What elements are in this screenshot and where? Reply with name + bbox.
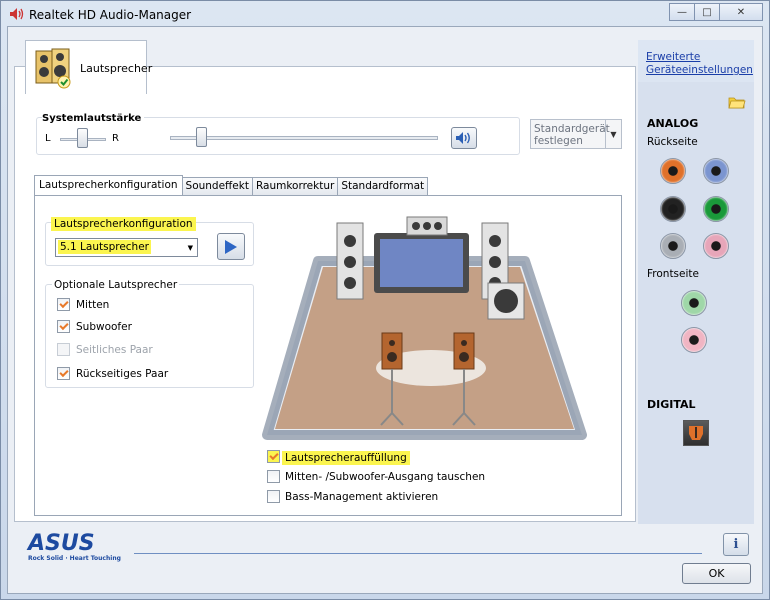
info-button[interactable]: i — [723, 533, 749, 556]
balance-left-label: L — [45, 133, 51, 144]
asus-tagline: Rock Solid · Heart Touching — [28, 555, 121, 562]
speaker-option-checkbox[interactable] — [267, 450, 280, 463]
tv-icon — [374, 216, 469, 293]
back-label: Rückseite — [647, 136, 698, 148]
speaker-icon — [10, 8, 24, 20]
optional-speaker-checkbox — [57, 343, 70, 356]
spdif-icon[interactable] — [683, 420, 709, 446]
audio-jack-icon[interactable] — [681, 327, 707, 353]
optional-speakers-title: Optionale Lautsprecher — [52, 279, 180, 291]
tab-lautsprecher[interactable]: Lautsprecher — [25, 40, 152, 94]
maximize-button[interactable]: □ — [694, 3, 720, 21]
volume-slider-track[interactable] — [170, 136, 438, 140]
speaker-option-label[interactable]: Mitten- /Subwoofer-Ausgang tauschen — [285, 471, 485, 483]
footer-divider — [134, 553, 702, 554]
optional-speaker-label[interactable]: Mitten — [76, 299, 109, 311]
speaker-option-label[interactable]: Lautsprecherauffüllung — [282, 451, 410, 465]
asus-logo: ASUS Rock Solid · Heart Touching — [26, 531, 121, 562]
window-title: Realtek HD Audio-Manager — [29, 8, 192, 22]
chevron-down-icon[interactable]: ▼ — [605, 120, 621, 148]
audio-jack-icon[interactable] — [660, 158, 686, 184]
close-button[interactable]: ✕ — [719, 3, 763, 21]
speaker-option-label[interactable]: Bass-Management aktivieren — [285, 491, 438, 503]
tab-raumkorrektur[interactable]: Raumkorrektur — [251, 177, 339, 195]
balance-right-label: R — [112, 133, 119, 144]
optional-speaker-checkbox[interactable] — [57, 298, 70, 311]
digital-title: DIGITAL — [647, 398, 696, 411]
speaker-option-checkbox[interactable] — [267, 490, 280, 503]
audio-jack-icon[interactable] — [703, 196, 729, 222]
title-bar: Realtek HD Audio-Manager — □ ✕ — [1, 1, 769, 27]
spdif-glyph-icon — [689, 426, 703, 440]
optional-speaker-checkbox[interactable] — [57, 320, 70, 333]
optional-speaker-label[interactable]: Subwoofer — [76, 321, 132, 333]
optional-speaker-checkbox[interactable] — [57, 367, 70, 380]
speaker-room-illustration[interactable] — [261, 203, 591, 446]
front-left-speaker-icon — [336, 222, 364, 300]
play-icon — [225, 239, 237, 254]
speaker-config-title: Lautsprecherkonfiguration — [51, 217, 196, 231]
speakers-icon — [35, 48, 71, 89]
audio-jack-icon[interactable] — [660, 196, 686, 222]
tab-lautsprecherkonfiguration[interactable]: Lautsprecherkonfiguration — [34, 175, 183, 195]
advanced-link-line1[interactable]: Erweiterte — [646, 51, 753, 64]
folder-icon[interactable] — [728, 95, 746, 109]
optional-speaker-label: Seitliches Paar — [76, 344, 153, 356]
subwoofer-icon — [487, 282, 525, 320]
speaker-option-checkbox[interactable] — [267, 470, 280, 483]
analog-title: ANALOG — [647, 117, 699, 130]
speaker-config-select[interactable]: 5.1 Lautsprecher ▼ — [55, 238, 198, 257]
set-default-device-dropdown[interactable]: Standardgerät festlegen ▼ — [530, 119, 622, 149]
test-play-button[interactable] — [217, 233, 245, 260]
tab-soundeffekt[interactable]: Soundeffekt — [181, 177, 253, 195]
balance-slider-thumb[interactable] — [77, 128, 88, 148]
tab-standardformat[interactable]: Standardformat — [337, 177, 429, 195]
default-device-label[interactable]: Standardgerät festlegen — [534, 123, 610, 147]
optional-speaker-label[interactable]: Rückseitiges Paar — [76, 368, 168, 380]
volume-icon — [456, 132, 470, 144]
volume-slider-thumb[interactable] — [196, 127, 208, 147]
mute-button[interactable] — [451, 127, 477, 149]
advanced-settings-link[interactable]: Erweiterte Geräteeinstellungen — [646, 51, 753, 77]
audio-jack-icon[interactable] — [660, 233, 686, 259]
advanced-link-line2[interactable]: Geräteeinstellungen — [646, 64, 753, 77]
front-label: Frontseite — [647, 268, 699, 280]
chevron-down-icon[interactable]: ▼ — [188, 244, 193, 252]
config-tabs: Lautsprecherkonfiguration Soundeffekt Ra… — [34, 175, 429, 195]
device-tab-label[interactable]: Lautsprecher — [80, 62, 152, 75]
speaker-config-value[interactable]: 5.1 Lautsprecher — [58, 240, 151, 254]
volume-title: Systemlautstärke — [42, 113, 145, 124]
ok-button[interactable]: OK — [682, 563, 751, 584]
audio-jack-icon[interactable] — [703, 158, 729, 184]
asus-brand-text: ASUS — [26, 531, 95, 556]
minimize-button[interactable]: — — [669, 3, 695, 21]
audio-jack-icon[interactable] — [681, 290, 707, 316]
audio-jack-icon[interactable] — [703, 233, 729, 259]
